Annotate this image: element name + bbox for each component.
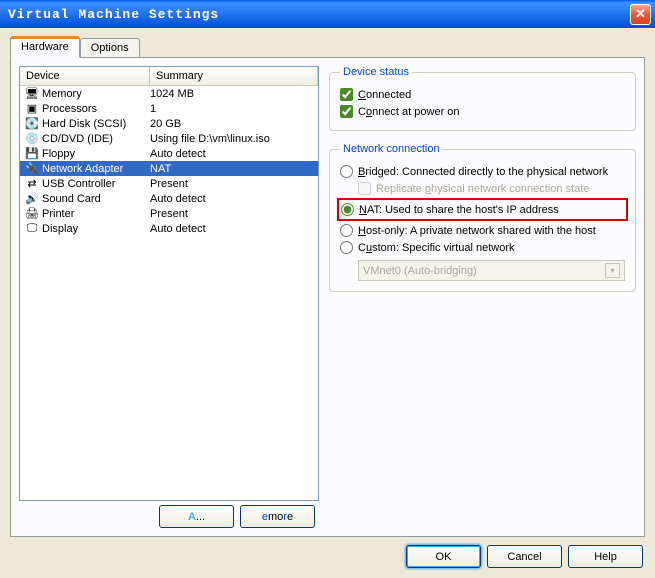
device-summary: Present — [150, 178, 314, 190]
device-name: Sound Card — [42, 193, 150, 205]
device-name: Hard Disk (SCSI) — [42, 118, 150, 130]
tab-options[interactable]: Options — [80, 38, 140, 58]
device-row[interactable]: 💾FloppyAuto detect — [20, 146, 318, 161]
connect-poweron-checkbox[interactable] — [340, 105, 353, 118]
custom-label: Custom: Specific virtual network — [358, 242, 515, 254]
device-summary: Auto detect — [150, 223, 314, 235]
chevron-down-icon: ▾ — [605, 263, 620, 278]
replicate-label: Replicate physical network connection st… — [376, 183, 589, 195]
hostonly-radio[interactable] — [340, 224, 353, 237]
device-row[interactable]: 🖵DisplayAuto detect — [20, 221, 318, 236]
connect-poweron-label: Connect at power on — [358, 106, 460, 118]
device-name: Printer — [42, 208, 150, 220]
network-connection-group: Network connection Bridged: Connected di… — [329, 143, 636, 292]
replicate-checkbox — [358, 182, 371, 195]
device-name: Processors — [42, 103, 150, 115]
vnet-value: VMnet0 (Auto-bridging) — [363, 265, 477, 277]
device-name: CD/DVD (IDE) — [42, 133, 150, 145]
device-icon: 🔊 — [24, 192, 40, 205]
device-icon: 💿 — [24, 132, 40, 145]
dialog-footer: OK Cancel Help — [10, 537, 645, 568]
network-legend: Network connection — [340, 143, 443, 155]
hostonly-label: Host-only: A private network shared with… — [358, 225, 596, 237]
device-icon: 💽 — [24, 117, 40, 130]
device-name: USB Controller — [42, 178, 150, 190]
tab-hardware[interactable]: Hardware — [10, 36, 80, 58]
device-summary: Using file D:\vm\linux.iso — [150, 133, 314, 145]
device-icon: ⇄ — [24, 177, 40, 190]
device-row[interactable]: 💿CD/DVD (IDE)Using file D:\vm\linux.iso — [20, 131, 318, 146]
device-status-group: Device status Connected Connect at power… — [329, 66, 636, 131]
device-row[interactable]: ▣Processors1 — [20, 101, 318, 116]
device-icon: ▣ — [24, 102, 40, 115]
bridged-label: Bridged: Connected directly to the physi… — [358, 166, 608, 178]
device-icon: 💾 — [24, 147, 40, 160]
device-status-legend: Device status — [340, 66, 412, 78]
connected-label: Connected — [358, 89, 411, 101]
device-summary: 1024 MB — [150, 88, 314, 100]
ok-button[interactable]: OK — [406, 545, 481, 568]
device-name: Display — [42, 223, 150, 235]
device-icon: 🔌 — [24, 162, 40, 175]
device-icon: 🖨 — [24, 207, 40, 220]
custom-radio[interactable] — [340, 241, 353, 254]
device-icon: 🖥 — [24, 87, 40, 100]
help-button[interactable]: Help — [568, 545, 643, 568]
tab-strip: Hardware Options — [10, 36, 645, 58]
device-summary: Auto detect — [150, 193, 314, 205]
device-name: Memory — [42, 88, 150, 100]
device-summary: NAT — [150, 163, 314, 175]
nat-highlight: NAT: Used to share the host's IP address — [337, 198, 628, 221]
col-device[interactable]: Device — [20, 67, 150, 85]
device-row[interactable]: ⇄USB ControllerPresent — [20, 176, 318, 191]
remove-button[interactable]: emore — [240, 505, 315, 528]
device-name: Floppy — [42, 148, 150, 160]
list-buttons: A... emore — [19, 501, 319, 528]
bridged-radio[interactable] — [340, 165, 353, 178]
device-summary: 1 — [150, 103, 314, 115]
device-name: Network Adapter — [42, 163, 150, 175]
window-title: Virtual Machine Settings — [4, 7, 630, 22]
connected-checkbox[interactable] — [340, 88, 353, 101]
nat-radio[interactable] — [341, 203, 354, 216]
list-header: Device Summary — [20, 67, 318, 86]
nat-label: NAT: Used to share the host's IP address — [359, 204, 559, 216]
device-summary: Present — [150, 208, 314, 220]
device-list[interactable]: Device Summary 🖥Memory1024 MB▣Processors… — [19, 66, 319, 501]
add-button[interactable]: A... — [159, 505, 234, 528]
device-row[interactable]: 🔊Sound CardAuto detect — [20, 191, 318, 206]
device-row[interactable]: 🔌Network AdapterNAT — [20, 161, 318, 176]
device-summary: 20 GB — [150, 118, 314, 130]
device-row[interactable]: 🖥Memory1024 MB — [20, 86, 318, 101]
device-row[interactable]: 🖨PrinterPresent — [20, 206, 318, 221]
titlebar: Virtual Machine Settings ✕ — [0, 0, 655, 28]
vnet-combo: VMnet0 (Auto-bridging) ▾ — [358, 260, 625, 281]
col-summary[interactable]: Summary — [150, 67, 318, 85]
device-row[interactable]: 💽Hard Disk (SCSI)20 GB — [20, 116, 318, 131]
close-button[interactable]: ✕ — [630, 4, 651, 25]
device-icon: 🖵 — [24, 222, 40, 235]
cancel-button[interactable]: Cancel — [487, 545, 562, 568]
device-summary: Auto detect — [150, 148, 314, 160]
